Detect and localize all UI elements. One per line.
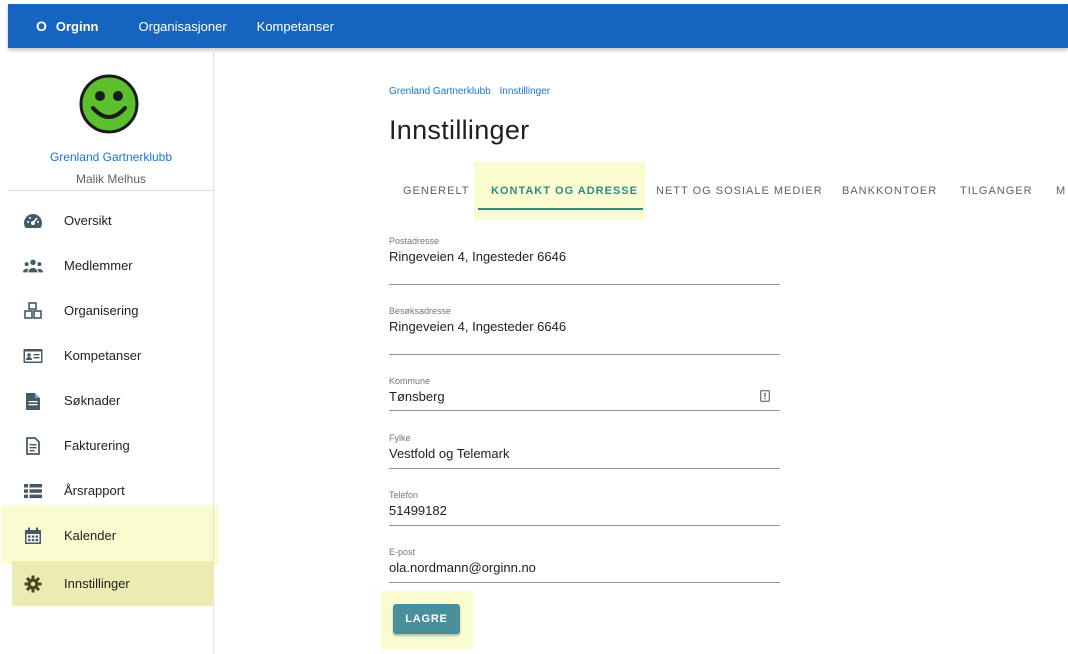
kommune-select[interactable]: Tønsberg [389,389,780,404]
sidebar-item-label: Medlemmer [64,258,133,273]
besoksadresse-input[interactable]: Ringeveien 4, Ingesteder 6646 [389,319,780,334]
field-label: Besøksadresse [389,306,452,316]
postadresse-input[interactable]: Ringeveien 4, Ingesteder 6646 [389,249,780,264]
top-app-bar: O Orginn Organisasjoner Kompetanser [8,4,1068,48]
sidebar-divider [8,190,214,191]
tab-kontakt-og-adresse[interactable]: KONTAKT OG ADRESSE [491,176,638,206]
field-label: Telefon [389,490,419,500]
epost-input[interactable]: ola.nordmann@orginn.no [389,560,780,575]
active-tab-indicator [478,208,643,210]
nav-kompetanser[interactable]: Kompetanser [257,19,334,34]
id-card-icon [23,346,43,366]
logo-mark: O [36,18,47,34]
sidebar-item-label: Organisering [64,303,139,318]
logo-text: Orginn [55,18,99,34]
kommune-field[interactable]: Kommune Tønsberg [389,376,780,411]
sidebar-item-kompetanser[interactable]: Kompetanser [8,333,214,378]
besoksadresse-field[interactable]: Besøksadresse Ringeveien 4, Ingesteder 6… [389,306,780,355]
dropdown-icon[interactable] [760,390,770,405]
organization-avatar [79,74,139,139]
app-logo[interactable]: O Orginn [36,18,99,34]
field-label: Postadresse [389,236,440,246]
invoice-icon [23,436,43,456]
save-button[interactable]: LAGRE [393,604,460,634]
sidebar-item-organisering[interactable]: Organisering [8,288,214,333]
sidebar: Grenland Gartnerklubb Malik Melhus Overs… [8,48,214,654]
tab-tilganger[interactable]: TILGANGER [960,176,1033,206]
calendar-icon [23,526,43,546]
sidebar-item-label: Fakturering [64,438,130,453]
sidebar-item-fakturering[interactable]: Fakturering [8,423,214,468]
gear-icon [23,574,43,594]
telefon-field[interactable]: Telefon 51499182 [389,490,780,526]
breadcrumb-item-organization[interactable]: Grenland Gartnerklubb [389,86,491,97]
sidebar-item-label: Innstillinger [64,576,130,591]
user-name: Malik Melhus [75,172,147,186]
sidebar-item-oversikt[interactable]: Oversikt [8,198,214,243]
tab-more[interactable]: M [1056,176,1066,206]
fylke-field[interactable]: Fylke Vestfold og Telemark [389,433,780,469]
sidebar-item-kalender[interactable]: Kalender [8,513,214,558]
breadcrumb-item-settings[interactable]: Innstillinger [500,86,551,97]
telefon-input[interactable]: 51499182 [389,503,780,518]
document-icon [23,391,43,411]
epost-field[interactable]: E-post ola.nordmann@orginn.no [389,547,780,583]
tab-nett-og-sosiale-medier[interactable]: NETT OG SOSIALE MEDIER [656,176,823,206]
sidebar-item-innstillinger[interactable]: Innstillinger [12,561,214,606]
people-icon [23,256,43,276]
organization-name-link[interactable]: Grenland Gartnerklubb [8,150,214,164]
sidebar-item-label: Årsrapport [64,483,125,498]
sidebar-item-label: Oversikt [64,213,112,228]
sidebar-item-label: Søknader [64,393,121,408]
sidebar-item-medlemmer[interactable]: Medlemmer [8,243,214,288]
sidebar-item-soknader[interactable]: Søknader [8,378,214,423]
list-icon [23,481,43,501]
page-title: Innstillinger [389,115,530,145]
sidebar-item-label: Kalender [64,528,117,543]
dashboard-icon [23,211,43,231]
tab-generelt[interactable]: GENERELT [403,176,469,206]
field-label: Fylke [389,433,411,443]
postadresse-field[interactable]: Postadresse Ringeveien 4, Ingesteder 664… [389,236,780,285]
fylke-input[interactable]: Vestfold og Telemark [389,446,780,461]
sidebar-item-label: Kompetanser [64,348,142,363]
boxes-icon [23,301,43,321]
field-label: Kommune [389,376,431,386]
smiley-icon [79,74,139,134]
breadcrumb: Grenland Gartnerklubb Innstillinger [389,86,550,97]
field-label: E-post [389,547,416,557]
sidebar-item-arsrapport[interactable]: Årsrapport [8,468,214,513]
nav-organisasjoner[interactable]: Organisasjoner [139,19,227,34]
tab-bankkontoer[interactable]: BANKKONTOER [842,176,937,206]
